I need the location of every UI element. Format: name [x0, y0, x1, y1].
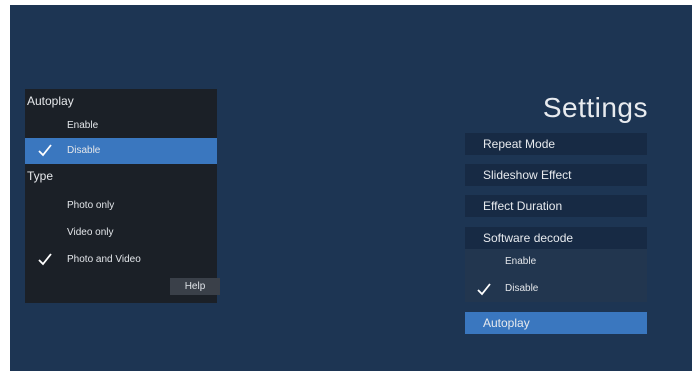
- autoplay-option-disable[interactable]: Disable: [25, 138, 217, 164]
- menu-item-slideshow-effect[interactable]: Slideshow Effect: [465, 164, 647, 186]
- option-label: Photo and Video: [67, 254, 141, 265]
- menu-item-autoplay[interactable]: Autoplay: [465, 312, 647, 334]
- type-heading: Type: [27, 169, 54, 183]
- software-decode-submenu: Enable Disable: [465, 249, 647, 302]
- help-button[interactable]: Help: [170, 278, 220, 295]
- menu-item-repeat-mode[interactable]: Repeat Mode: [465, 133, 647, 155]
- option-label: Enable: [505, 256, 537, 267]
- type-option-photo-and-video[interactable]: Photo and Video: [25, 247, 217, 273]
- option-label: Photo only: [67, 200, 115, 211]
- option-label: Disable: [505, 283, 539, 294]
- option-label: Disable: [67, 145, 101, 156]
- autoplay-heading: Autoplay: [27, 94, 74, 108]
- menu-item-label: Effect Duration: [483, 199, 563, 213]
- option-label: Video only: [67, 227, 114, 238]
- type-option-photo-only[interactable]: Photo only: [25, 193, 217, 219]
- tv-screen: Autoplay Enable Disable Type Photo only …: [10, 5, 692, 371]
- menu-item-effect-duration[interactable]: Effect Duration: [465, 195, 647, 217]
- autoplay-option-enable[interactable]: Enable: [25, 113, 217, 139]
- page-title: Settings: [542, 92, 648, 123]
- menu-item-label: Slideshow Effect: [483, 168, 572, 182]
- menu-item-label: Software decode: [483, 231, 574, 245]
- menu-item-software-decode[interactable]: Software decode: [465, 227, 647, 249]
- type-option-video-only[interactable]: Video only: [25, 220, 217, 246]
- menu-item-label: Repeat Mode: [483, 137, 556, 151]
- software-decode-option-enable[interactable]: Enable: [465, 249, 647, 275]
- option-label: Enable: [67, 120, 99, 131]
- check-icon: [477, 283, 491, 296]
- software-decode-option-disable[interactable]: Disable: [465, 276, 647, 302]
- menu-item-label: Autoplay: [483, 316, 530, 330]
- check-icon: [38, 253, 52, 266]
- autoplay-popup: Autoplay Enable Disable Type Photo only …: [25, 89, 220, 303]
- check-icon: [38, 144, 52, 157]
